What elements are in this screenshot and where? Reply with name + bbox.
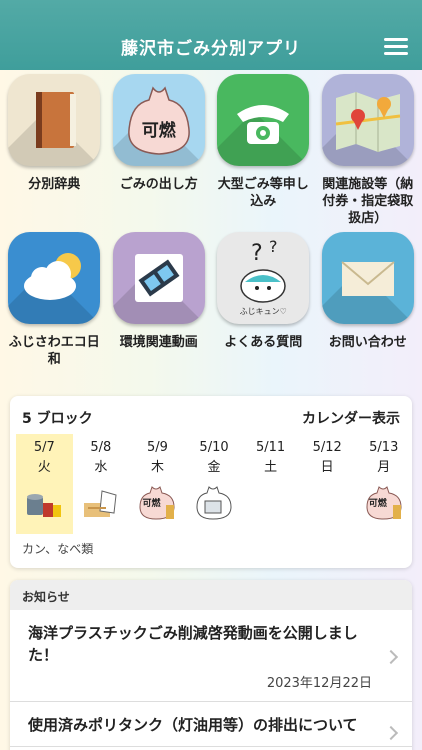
cloud-sun-icon [8, 232, 101, 324]
cans-pots-icon [27, 494, 62, 517]
day-weekday: 金 [207, 460, 221, 475]
tile-large-waste[interactable]: 大型ごみ等申し込み [213, 74, 313, 230]
map-pin-icon [321, 74, 414, 166]
news-panel: お知らせ 海洋プラスチックごみ削減啓発動画を公開しました！ 2023年12月22… [10, 580, 412, 750]
burnable-bag-icon: 可燃 [363, 481, 405, 523]
day-cell[interactable]: 5/8 水 [73, 434, 130, 534]
block-label: 5 ブロック [22, 411, 93, 427]
day-cell[interactable]: 5/9 木 可燃 [129, 434, 186, 534]
bag-text: 可燃 [142, 499, 161, 509]
day-cell[interactable]: 5/7 火 [16, 434, 73, 534]
news-title: 海洋プラスチックごみ削減啓発動画を公開しました！ [28, 624, 358, 664]
mascot-question-icon: ? ? ふじキュン♡ [217, 232, 310, 324]
tile-label: 環境関連動画 [119, 335, 198, 350]
tile-label: ごみの出し方 [119, 177, 198, 192]
news-date: 2023年12月22日 [266, 676, 372, 691]
tile-contact[interactable]: お問い合わせ [318, 232, 418, 388]
today-category: カン、なべ類 [22, 542, 94, 556]
tile-faq[interactable]: ? ? ふじキュン♡ よくある質問 [213, 232, 313, 388]
day-weekday: 月 [377, 460, 391, 475]
film-icon [112, 232, 205, 324]
day-cell[interactable]: 5/12 日 [299, 434, 356, 534]
menu-grid: 分別辞典 可燃 ごみの出し方 大型ごみ等申し込み 関連施設等（納付券・指定袋取扱… [0, 74, 422, 388]
day-weekday: 土 [264, 460, 278, 475]
tile-label: よくある質問 [224, 335, 303, 350]
tile-label: お問い合わせ [328, 335, 407, 350]
day-date: 5/12 [312, 440, 342, 455]
bag-text: 可燃 [368, 499, 387, 509]
tile-label: 大型ごみ等申し込み [217, 177, 309, 209]
news-item[interactable]: 使用済みポリタンク（灯油用等）の排出について [10, 702, 412, 747]
day-cell[interactable]: 5/11 土 [242, 434, 299, 534]
day-date: 5/11 [256, 440, 286, 455]
calendar-card: 5 ブロック カレンダー表示 5/7 火 5/8 水 5/9 木 可燃 5/10… [10, 396, 412, 568]
tile-dictionary[interactable]: 分別辞典 [4, 74, 104, 230]
day-date: 5/10 [199, 440, 229, 455]
app-title: 藤沢市ごみ分別アプリ [121, 38, 301, 59]
paper-recycle-icon [83, 490, 117, 517]
calendar-view-link[interactable]: カレンダー表示 [302, 408, 400, 428]
news-title: 使用済みポリタンク（灯油用等）の排出について [28, 716, 358, 734]
tile-label: ふじさわエコ日和 [8, 335, 100, 367]
burnable-bag-icon: 可燃 [136, 481, 178, 523]
svg-text:?: ? [251, 241, 263, 266]
day-cell[interactable]: 5/13 月 可燃 [355, 434, 412, 534]
day-weekday: 火 [37, 460, 51, 475]
garbage-bag-icon: 可燃 [112, 74, 205, 166]
tile-label: 分別辞典 [28, 177, 81, 192]
plastic-bag-icon [196, 486, 232, 520]
day-cell[interactable]: 5/10 金 [186, 434, 243, 534]
day-date: 5/9 [146, 440, 168, 455]
app-header: 藤沢市ごみ分別アプリ [0, 0, 422, 70]
week-days: 5/7 火 5/8 水 5/9 木 可燃 5/10 金 5/11 土 5/12 … [10, 434, 412, 534]
bag-text: 可燃 [141, 121, 176, 141]
tile-eco-biyori[interactable]: ふじさわエコ日和 [4, 232, 104, 388]
hamburger-menu-icon[interactable] [384, 38, 408, 56]
day-weekday: 木 [150, 460, 164, 475]
tile-videos[interactable]: 環境関連動画 [109, 232, 209, 388]
day-date: 5/8 [90, 440, 112, 455]
day-date: 5/13 [369, 440, 399, 455]
tile-label: 関連施設等（納付券・指定袋取扱店） [322, 177, 414, 226]
news-item[interactable]: 海洋プラスチックごみ削減啓発動画を公開しました！ 2023年12月22日 [10, 610, 412, 702]
tile-facilities[interactable]: 関連施設等（納付券・指定袋取扱店） [318, 74, 418, 230]
book-icon [8, 74, 101, 166]
day-date: 5/7 [33, 440, 55, 455]
tile-how-to-dispose[interactable]: 可燃 ごみの出し方 [109, 74, 209, 230]
day-weekday: 水 [94, 460, 108, 475]
svg-text:?: ? [269, 237, 278, 256]
chevron-right-icon [383, 725, 399, 741]
mascot-text: ふじキュン♡ [239, 307, 287, 316]
day-weekday: 日 [320, 460, 334, 475]
telephone-icon [217, 74, 310, 166]
chevron-right-icon [383, 649, 399, 665]
news-heading: お知らせ [10, 580, 412, 610]
envelope-icon [321, 232, 414, 324]
